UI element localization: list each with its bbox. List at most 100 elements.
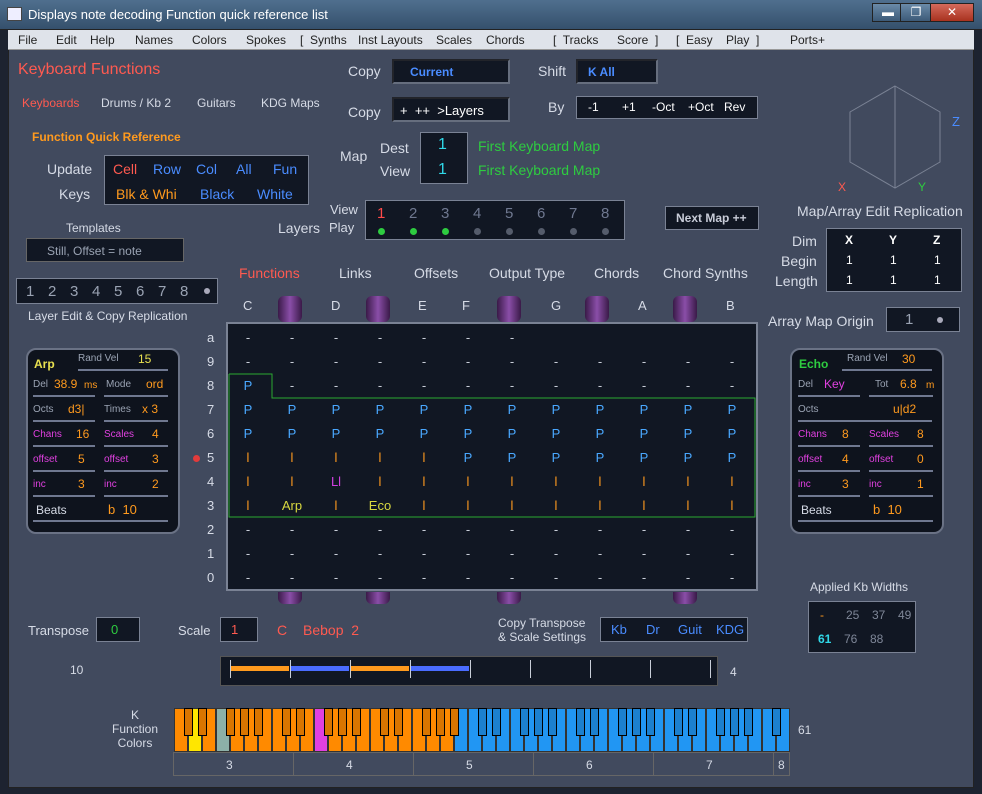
- arp-del-value[interactable]: 38.9: [54, 377, 77, 391]
- arp-mode-value[interactable]: ord: [146, 377, 163, 391]
- black-key[interactable]: [590, 708, 599, 736]
- grid-tab-3[interactable]: Output Type: [489, 265, 565, 281]
- grid-cell[interactable]: P: [534, 402, 578, 417]
- grid-cell[interactable]: l: [358, 450, 402, 465]
- black-key[interactable]: [394, 708, 403, 736]
- layer-edit-3[interactable]: 3: [70, 283, 78, 300]
- grid-cell[interactable]: P: [490, 450, 534, 465]
- grid-cell[interactable]: -: [666, 354, 710, 369]
- black-key[interactable]: [226, 708, 235, 736]
- echo-octs-slider[interactable]: [798, 420, 932, 422]
- black-key[interactable]: [380, 708, 389, 736]
- grid-cell[interactable]: -: [226, 546, 270, 561]
- copy-layers-field[interactable]: + ++ >Layers: [392, 97, 510, 122]
- grid-cell[interactable]: -: [534, 522, 578, 537]
- grid-cell[interactable]: -: [710, 546, 754, 561]
- fqr-key-1-button[interactable]: Black: [200, 186, 234, 202]
- dim-length-z[interactable]: 1: [934, 273, 941, 287]
- grid-cell[interactable]: P: [446, 402, 490, 417]
- grid-cell[interactable]: -: [358, 522, 402, 537]
- layer-edit-toggle[interactable]: [204, 288, 210, 294]
- grid-cell[interactable]: -: [226, 522, 270, 537]
- black-key-column-top-0[interactable]: [278, 296, 302, 322]
- grid-cell[interactable]: l: [314, 450, 358, 465]
- echo-chans-value[interactable]: 8: [842, 427, 849, 441]
- grid-cell[interactable]: -: [622, 546, 666, 561]
- grid-cell[interactable]: -: [314, 354, 358, 369]
- layer-edit-7[interactable]: 7: [158, 283, 166, 300]
- grid-cell[interactable]: Eco: [358, 498, 402, 513]
- grid-cell[interactable]: l: [710, 474, 754, 489]
- arp-offset-slider[interactable]: [33, 470, 95, 472]
- grid-cell[interactable]: P: [578, 402, 622, 417]
- grid-cell[interactable]: l: [534, 498, 578, 513]
- array-origin-toggle[interactable]: [937, 317, 943, 323]
- grid-cell[interactable]: P: [226, 402, 270, 417]
- grid-cell[interactable]: P: [534, 450, 578, 465]
- grid-cell[interactable]: P: [666, 402, 710, 417]
- grid-cell[interactable]: -: [622, 570, 666, 585]
- grid-cell[interactable]: l: [314, 498, 358, 513]
- grid-cell[interactable]: P: [578, 426, 622, 441]
- grid-cell[interactable]: l: [446, 498, 490, 513]
- grid-cell[interactable]: l: [666, 474, 710, 489]
- black-key[interactable]: [198, 708, 207, 736]
- dim-begin-z[interactable]: 1: [934, 253, 941, 267]
- grid-cell[interactable]: l: [710, 498, 754, 513]
- grid-cell[interactable]: P: [314, 426, 358, 441]
- grid-cell[interactable]: -: [490, 570, 534, 585]
- echo-inc-slider[interactable]: [798, 495, 860, 497]
- arp-chans-value[interactable]: 16: [76, 427, 89, 441]
- arp-inc2-value[interactable]: 2: [152, 477, 159, 491]
- grid-cell[interactable]: -: [490, 354, 534, 369]
- layer-1-view[interactable]: 1: [377, 205, 385, 222]
- grid-cell[interactable]: P: [622, 426, 666, 441]
- grid-cell[interactable]: -: [446, 330, 490, 345]
- arp-del-slider[interactable]: [33, 395, 95, 397]
- grid-cell[interactable]: -: [446, 570, 490, 585]
- layer-7-view[interactable]: 7: [569, 205, 577, 222]
- grid-cell[interactable]: -: [622, 354, 666, 369]
- grid-cell[interactable]: -: [402, 354, 446, 369]
- arp-mode-slider[interactable]: [104, 395, 168, 397]
- black-key-column-bottom-2[interactable]: [497, 592, 521, 604]
- array-origin-field[interactable]: 1: [886, 307, 960, 332]
- layer-7-play-dot[interactable]: [570, 228, 577, 235]
- grid-cell[interactable]: -: [710, 378, 754, 393]
- grid-cell[interactable]: Ll: [314, 474, 358, 489]
- arp-beats-value[interactable]: b 10: [108, 502, 137, 517]
- black-key[interactable]: [576, 708, 585, 736]
- echo-del-slider[interactable]: [798, 395, 860, 397]
- tab-keyboards[interactable]: Keyboards: [22, 96, 79, 110]
- grid-cell[interactable]: -: [358, 546, 402, 561]
- grid-cell[interactable]: -: [490, 378, 534, 393]
- black-key[interactable]: [352, 708, 361, 736]
- fqr-key-2-button[interactable]: White: [257, 186, 293, 202]
- black-key-column-bottom-1[interactable]: [366, 592, 390, 604]
- arp-inc2-slider[interactable]: [104, 495, 168, 497]
- black-key[interactable]: [646, 708, 655, 736]
- applied-width-6[interactable]: 88: [870, 632, 883, 646]
- scale-field[interactable]: 1: [220, 617, 258, 642]
- grid-cell[interactable]: l: [226, 498, 270, 513]
- grid-cell[interactable]: -: [710, 354, 754, 369]
- fqr-fun-button[interactable]: Fun: [273, 161, 297, 177]
- layer-1-play-dot[interactable]: [378, 228, 385, 235]
- arp-offset2-slider[interactable]: [104, 470, 168, 472]
- grid-cell[interactable]: -: [402, 378, 446, 393]
- grid-cell[interactable]: P: [446, 450, 490, 465]
- dest-number[interactable]: 1: [438, 136, 447, 154]
- black-key-column-bottom-0[interactable]: [278, 592, 302, 604]
- grid-cell[interactable]: -: [578, 570, 622, 585]
- grid-cell[interactable]: l: [534, 474, 578, 489]
- black-key-column-top-4[interactable]: [673, 296, 697, 322]
- next-map-button[interactable]: Next Map ++: [665, 206, 759, 230]
- echo-beats-value[interactable]: b 10: [873, 502, 902, 517]
- templates-field[interactable]: Still, Offset = note: [26, 238, 184, 262]
- black-key[interactable]: [772, 708, 781, 736]
- grid-cell[interactable]: -: [402, 570, 446, 585]
- grid-cell[interactable]: l: [490, 474, 534, 489]
- grid-cell[interactable]: P: [622, 402, 666, 417]
- shift-field[interactable]: K All: [576, 59, 658, 84]
- grid-cell[interactable]: -: [446, 378, 490, 393]
